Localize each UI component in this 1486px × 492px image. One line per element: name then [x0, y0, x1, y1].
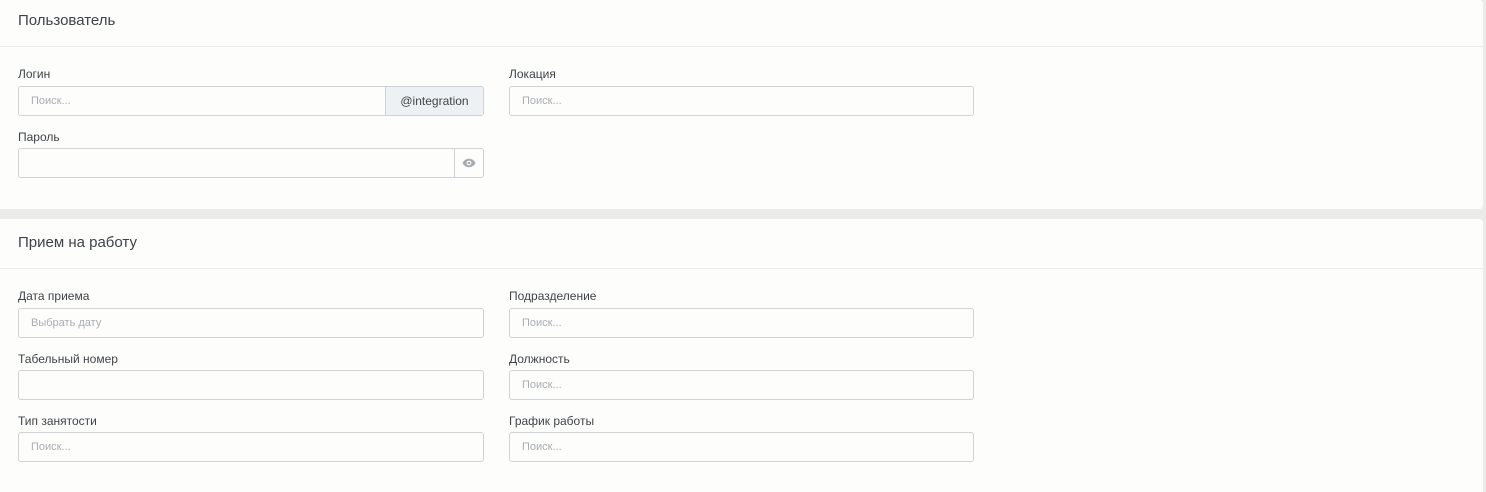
login-domain-suffix: @integration	[385, 87, 483, 115]
position-label: Должность	[509, 352, 570, 366]
location-label: Локация	[509, 67, 556, 81]
hire-section-title: Прием на работу	[18, 234, 137, 251]
department-label: Подразделение	[509, 289, 597, 303]
eye-icon	[462, 158, 476, 168]
password-input[interactable]	[19, 149, 454, 177]
department-input[interactable]	[509, 308, 974, 338]
employment-type-label: Тип занятости	[18, 414, 97, 428]
hire-date-label: Дата приема	[18, 289, 90, 303]
hire-section-divider	[0, 268, 1483, 269]
password-label: Пароль	[18, 130, 60, 144]
user-section-card: Пользователь Логин @integration Локация …	[0, 0, 1483, 209]
location-input[interactable]	[509, 86, 974, 116]
password-input-group	[18, 148, 484, 178]
password-visibility-toggle[interactable]	[454, 149, 483, 177]
employee-number-input[interactable]	[18, 370, 484, 400]
position-input[interactable]	[509, 370, 974, 400]
work-schedule-label: График работы	[509, 414, 595, 428]
login-input[interactable]	[19, 87, 385, 115]
work-schedule-input[interactable]	[509, 432, 974, 462]
hire-section-card: Прием на работу Дата приема Подразделени…	[0, 219, 1483, 492]
hire-date-input[interactable]	[18, 308, 484, 338]
employee-number-label: Табельный номер	[18, 352, 118, 366]
user-section-title: Пользователь	[18, 12, 116, 29]
employment-type-input[interactable]	[18, 432, 484, 462]
login-label: Логин	[18, 67, 51, 81]
user-section-divider	[0, 46, 1483, 47]
login-input-group: @integration	[18, 86, 484, 116]
